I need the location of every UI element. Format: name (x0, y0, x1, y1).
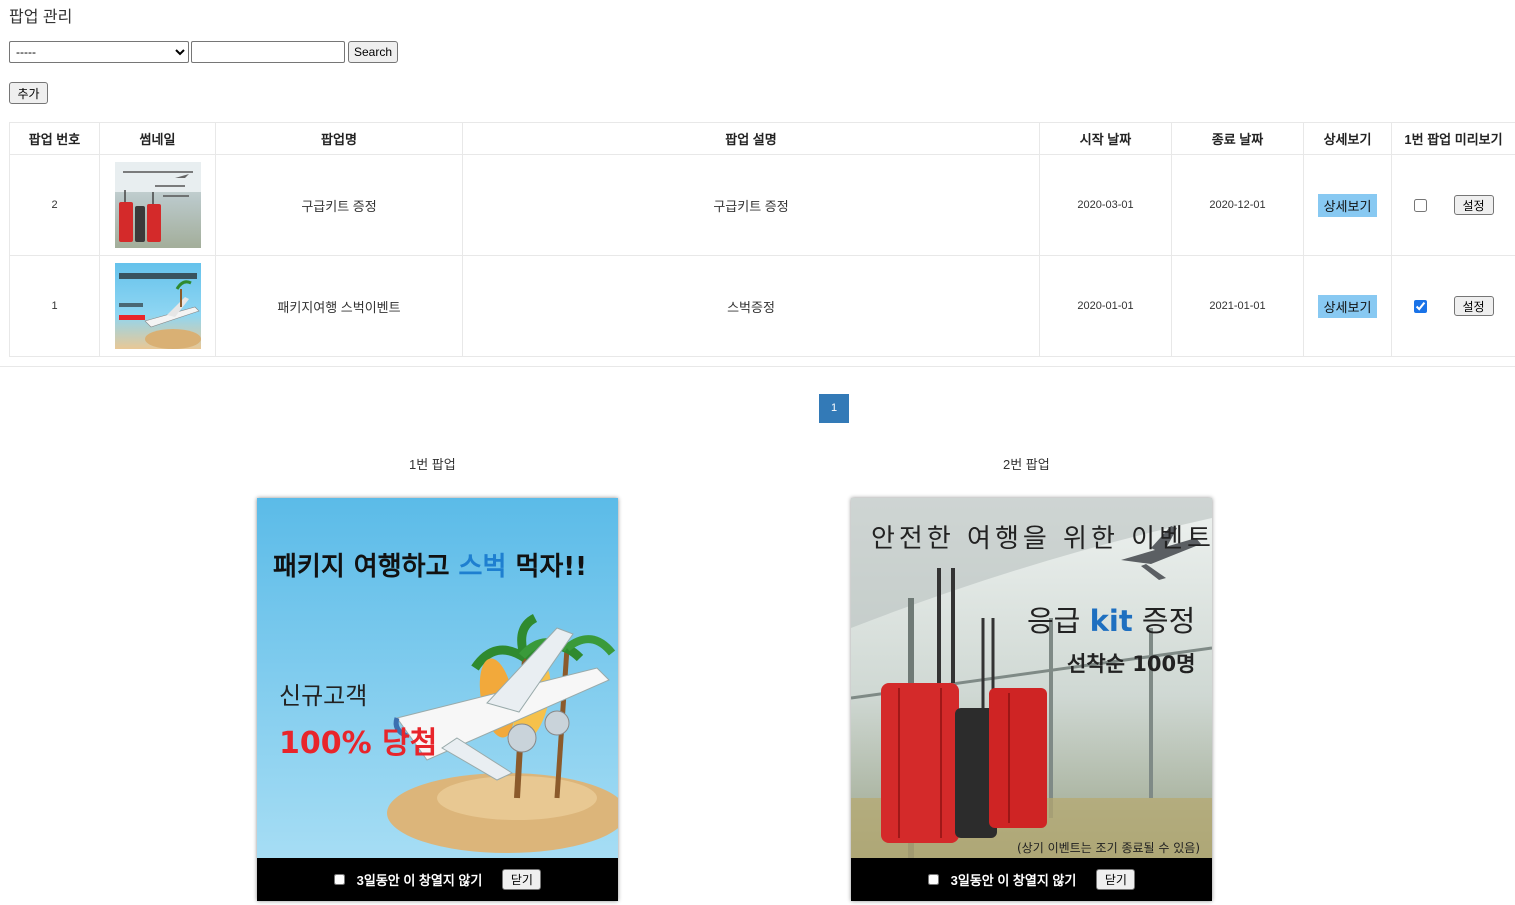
popup-1-dont-show-checkbox[interactable] (333, 874, 345, 885)
detail-button[interactable]: 상세보기 (1317, 294, 1378, 318)
page-title: 팝업 관리 (9, 9, 73, 26)
popup-1: 패키지 여행하고 스벅 먹자!! 신규고객 100% 당첨 3일동안 이 창열지… (257, 498, 618, 901)
popup-2-line1-b: kit (1089, 604, 1133, 638)
pagination-page-1[interactable]: 1 (819, 394, 849, 423)
beach-airplane-thumbnail[interactable] (114, 263, 201, 349)
end-date: 2020-12-01 (1171, 154, 1304, 256)
table-header-row: 팝업 번호 썸네일 팝업명 팝업 설명 시작 날짜 종료 날짜 상세보기 1번 … (9, 122, 1515, 155)
popup-2-close-button[interactable]: 닫기 (1096, 869, 1136, 890)
suitcase-airport-thumbnail[interactable] (114, 162, 201, 248)
popup-1-footer: 3일동안 이 창열지 않기 닫기 (257, 858, 618, 901)
popup-description: 스벅증정 (462, 255, 1040, 357)
header-popup-number: 팝업 번호 (9, 122, 100, 155)
header-thumbnail: 썸네일 (99, 122, 216, 155)
popup-2-dont-show-label: 3일동안 이 창열지 않기 (950, 873, 1077, 888)
detail-button[interactable]: 상세보기 (1317, 193, 1378, 217)
popup-1-line1: 신규고객 (279, 682, 368, 710)
header-popup-description: 팝업 설명 (462, 122, 1040, 155)
popup-1-headline-b: 스벅 (458, 552, 507, 582)
set-button[interactable]: 설정 (1453, 195, 1494, 215)
table-row: 1 패키지여행 스벅이벤트 스벅증정 2020-01-01 2021-01-01… (9, 255, 1515, 357)
preview-checkbox[interactable] (1413, 299, 1427, 313)
popup-2-line1-c: 증정 (1132, 604, 1196, 638)
popup-2-line1-a: 응급 (1027, 604, 1090, 638)
popup-2-image: 안전한 여행을 위한 이벤트 응급 kit 증정 선착순 100명 (상기 이벤… (851, 498, 1212, 858)
header-detail: 상세보기 (1303, 122, 1392, 155)
popup-number: 2 (9, 154, 100, 256)
popup-table: 팝업 번호 썸네일 팝업명 팝업 설명 시작 날짜 종료 날짜 상세보기 1번 … (9, 122, 1515, 357)
search-category-select[interactable]: ----- (9, 41, 189, 63)
search-input[interactable] (191, 41, 345, 63)
start-date: 2020-03-01 (1039, 154, 1172, 256)
popup-2: 안전한 여행을 위한 이벤트 응급 kit 증정 선착순 100명 (상기 이벤… (851, 498, 1212, 901)
popup-name: 구급키트 증정 (215, 154, 463, 256)
popup-1-image: 패키지 여행하고 스벅 먹자!! 신규고객 100% 당첨 (257, 498, 618, 858)
popup-2-footer: 3일동안 이 창열지 않기 닫기 (851, 858, 1212, 901)
popup-name: 패키지여행 스벅이벤트 (215, 255, 463, 357)
add-button[interactable]: 추가 (9, 82, 48, 104)
popup-description: 구급키트 증정 (462, 154, 1040, 256)
header-start-date: 시작 날짜 (1039, 122, 1172, 155)
popup-1-headline-a: 패키지 여행하고 (273, 552, 459, 582)
popup-2-dont-show-checkbox[interactable] (927, 874, 939, 885)
popup-1-label: 1번 팝업 (409, 457, 456, 472)
popup-2-headline: 안전한 여행을 위한 이벤트 (871, 524, 1212, 554)
popup-2-label: 2번 팝업 (1003, 457, 1050, 472)
popup-1-line2: 100% 당첨 (279, 726, 438, 761)
table-row: 2 구급키트 증정 구급키트 증정 2020-03-01 2020-12-01 … (9, 154, 1515, 256)
popup-2-footnote: (상기 이벤트는 조기 종료될 수 있음) (1017, 841, 1200, 855)
header-popup-name: 팝업명 (215, 122, 463, 155)
popup-1-dont-show-label: 3일동안 이 창열지 않기 (356, 873, 483, 888)
header-preview: 1번 팝업 미리보기 (1391, 122, 1515, 155)
search-button[interactable]: Search (348, 41, 398, 63)
divider (0, 366, 1515, 367)
end-date: 2021-01-01 (1171, 255, 1304, 357)
popup-1-close-button[interactable]: 닫기 (502, 869, 542, 890)
header-end-date: 종료 날짜 (1171, 122, 1304, 155)
preview-checkbox[interactable] (1413, 198, 1427, 212)
popup-1-headline-c: 먹자!! (506, 552, 587, 582)
popup-number: 1 (9, 255, 100, 357)
start-date: 2020-01-01 (1039, 255, 1172, 357)
popup-2-line2: 선착순 100명 (1067, 652, 1196, 676)
set-button[interactable]: 설정 (1453, 296, 1494, 316)
